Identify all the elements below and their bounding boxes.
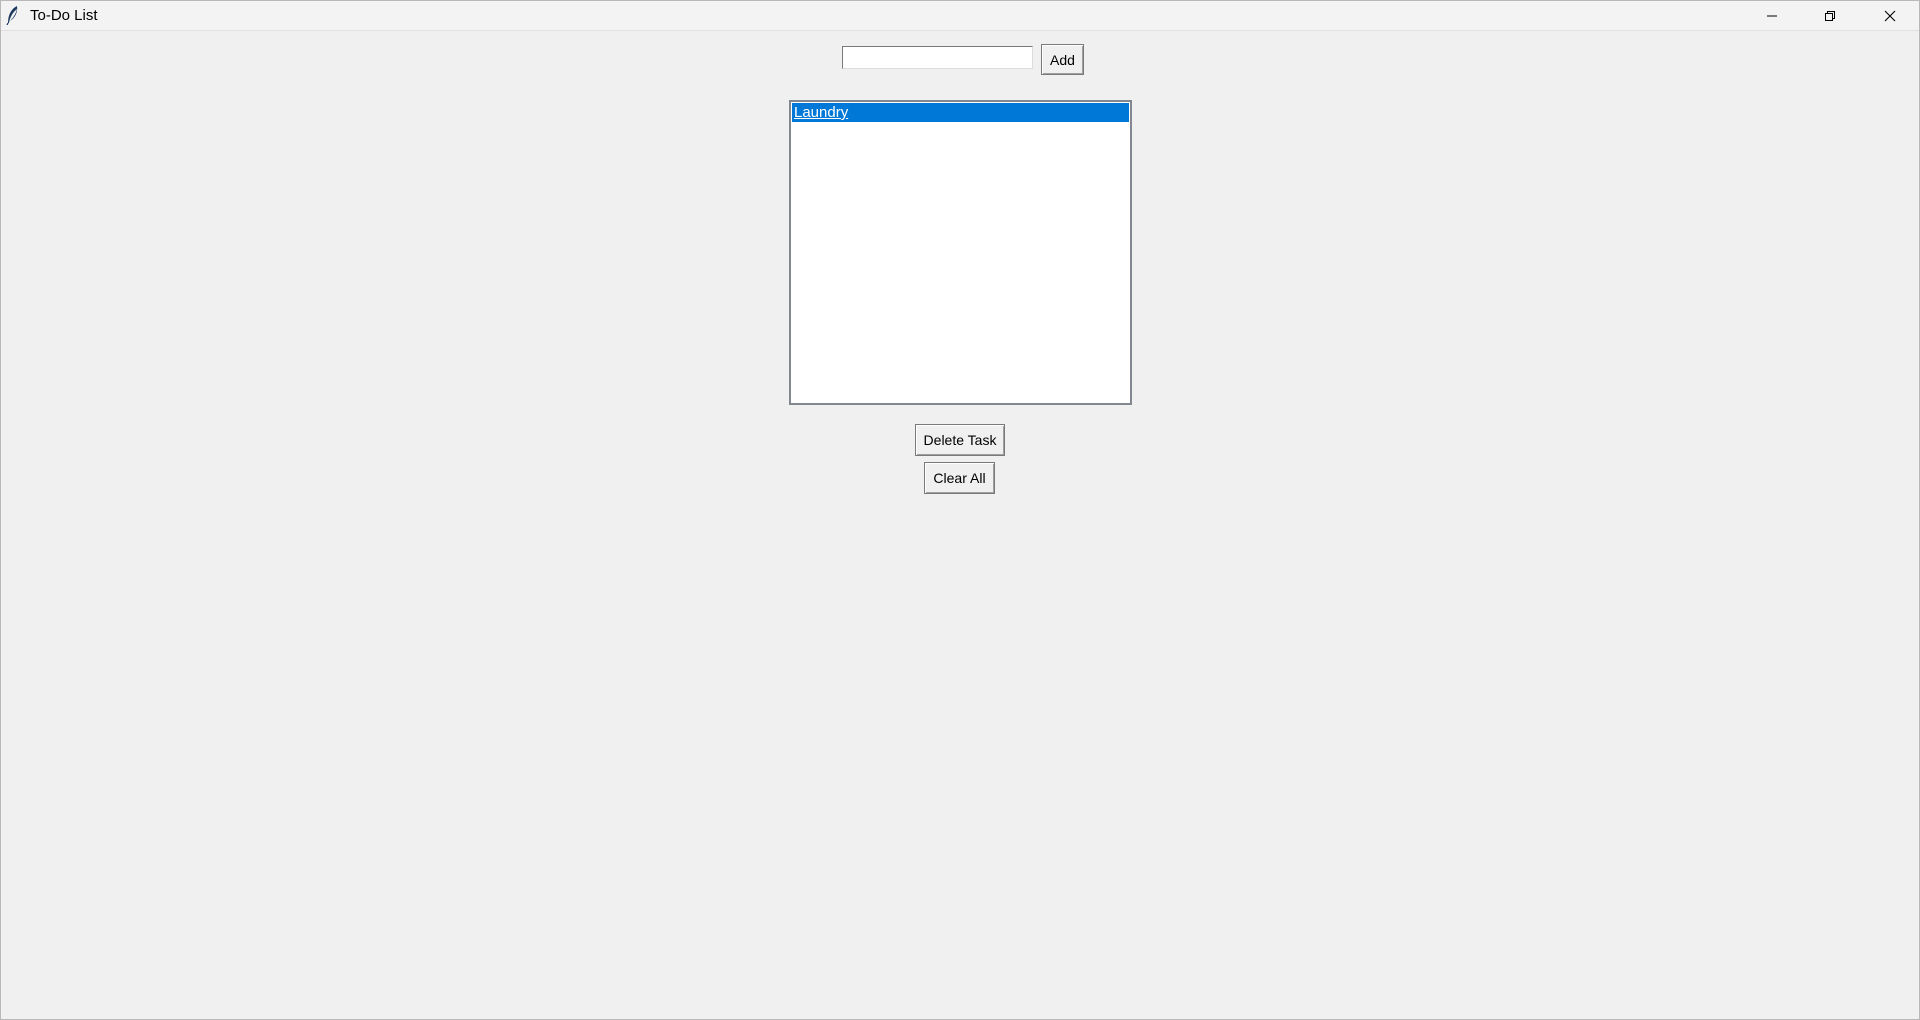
close-icon bbox=[1884, 10, 1896, 22]
title-bar[interactable]: To-Do List bbox=[1, 1, 1919, 31]
task-listbox[interactable]: Laundry bbox=[789, 100, 1132, 405]
app-window: To-Do List Add Laundry Delete Task Clear… bbox=[0, 0, 1920, 1020]
minimize-icon bbox=[1766, 10, 1778, 22]
window-title: To-Do List bbox=[30, 7, 98, 24]
restore-icon bbox=[1824, 10, 1836, 22]
feather-icon bbox=[5, 5, 21, 26]
maximize-button[interactable] bbox=[1801, 1, 1859, 30]
minimize-button[interactable] bbox=[1743, 1, 1801, 30]
task-input[interactable] bbox=[842, 46, 1033, 69]
add-button[interactable]: Add bbox=[1041, 44, 1084, 75]
clear-all-button[interactable]: Clear All bbox=[924, 462, 995, 494]
list-item[interactable]: Laundry bbox=[792, 103, 1129, 122]
delete-task-button[interactable]: Delete Task bbox=[915, 424, 1005, 456]
close-button[interactable] bbox=[1861, 1, 1919, 30]
